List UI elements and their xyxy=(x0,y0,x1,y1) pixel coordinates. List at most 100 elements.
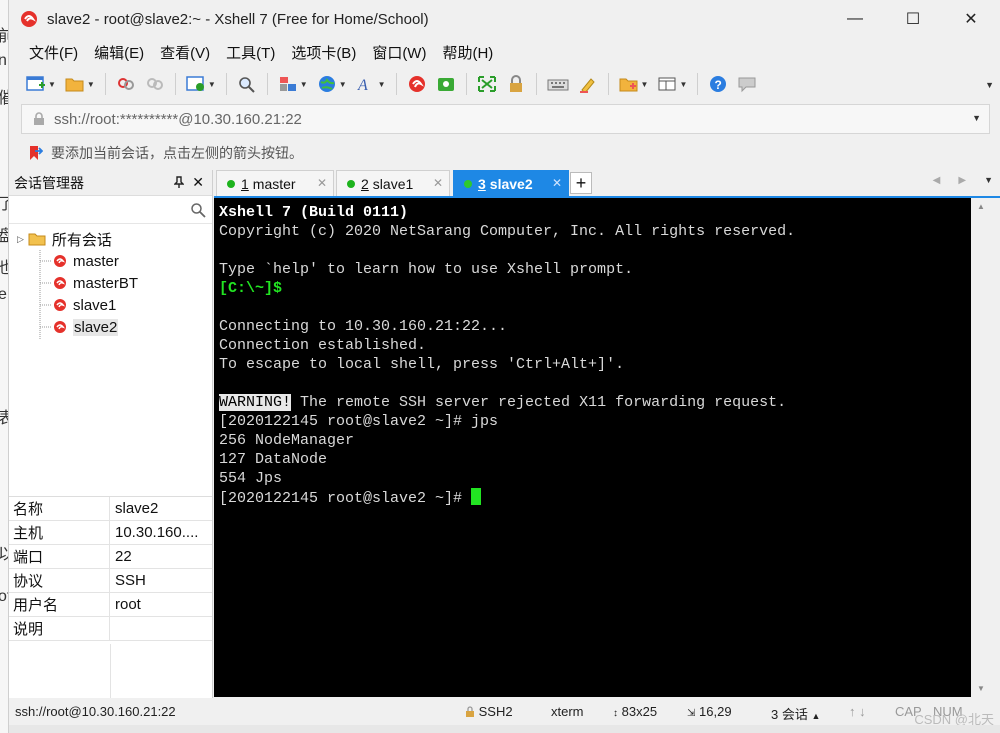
menu-view[interactable]: 查看(V) xyxy=(152,42,218,63)
status-protocol: SSH2 xyxy=(465,704,513,719)
tab-prev-icon[interactable]: ◀ xyxy=(933,175,941,186)
font-button[interactable]: A ▼ xyxy=(353,70,389,98)
globe-icon xyxy=(318,76,335,92)
menu-tab[interactable]: 选项卡(B) xyxy=(283,42,364,63)
toolbar-overflow-icon[interactable]: ▼ xyxy=(985,80,994,90)
status-cursor-position: ⇲ 16,29 xyxy=(687,704,732,719)
terminal-line: Copyright (c) 2020 NetSarang Computer, I… xyxy=(219,223,796,240)
address-dropdown-icon[interactable]: ▼ xyxy=(972,113,981,123)
window-layout-button[interactable]: ▼ xyxy=(654,70,690,98)
tab-number: 2 xyxy=(361,175,369,192)
tree-root-all-sessions[interactable]: ▷ 所有会话 xyxy=(9,228,212,250)
session-item-label: slave2 xyxy=(73,318,119,336)
disconnect-button[interactable] xyxy=(142,70,168,98)
terminal-line: [2020122145 root@slave2 ~]# xyxy=(219,488,971,508)
tab-master[interactable]: 1 master ✕ xyxy=(216,170,334,196)
connect-icon xyxy=(117,78,134,90)
tree-root-label: 所有会话 xyxy=(51,231,112,249)
lock-icon xyxy=(509,75,522,92)
terminal-line: 256 NodeManager xyxy=(219,432,355,449)
session-item-slave2[interactable]: slave2 xyxy=(9,316,212,338)
property-key: 名称 xyxy=(9,497,110,520)
xshell-button[interactable] xyxy=(404,70,430,98)
tab-list-dropdown-icon[interactable]: ▼ xyxy=(984,175,993,186)
tab-slave2[interactable]: 3 slave2 ✕ xyxy=(453,170,569,196)
property-row: 主机 10.30.160.... xyxy=(9,521,212,545)
menu-file[interactable]: 文件(F) xyxy=(21,42,86,63)
session-item-label: slave1 xyxy=(73,296,117,314)
status-connection: ssh://root@10.30.160.21:22 xyxy=(15,704,176,719)
tree-collapse-icon[interactable]: ▷ xyxy=(17,234,24,245)
new-session-icon xyxy=(26,76,45,91)
toolbar: ▼ ▼ ▼ ▼ ▼ A ▼ ▼ ▼ ? ▼ xyxy=(9,66,1000,102)
address-text: ssh://root:**********@10.30.160.21:22 xyxy=(54,110,302,128)
properties-button[interactable]: ▼ xyxy=(183,70,219,98)
session-item-master[interactable]: master xyxy=(9,250,212,272)
highlight-button[interactable] xyxy=(575,70,601,98)
address-bar[interactable]: ssh://root:**********@10.30.160.21:22 ▼ xyxy=(21,104,990,134)
xshell-app-icon xyxy=(19,9,39,29)
layout-button[interactable]: ▼ xyxy=(275,70,311,98)
xftp-button[interactable] xyxy=(433,70,459,98)
properties-icon xyxy=(186,76,204,91)
terminal-output[interactable]: Xshell 7 (Build 0111) Copyright (c) 2020 … xyxy=(214,198,971,697)
tab-close-icon[interactable]: ✕ xyxy=(317,176,327,190)
close-button[interactable]: ✕ xyxy=(942,0,1000,38)
fullscreen-icon xyxy=(477,76,496,92)
status-scroll-arrows[interactable]: ↑ ↓ xyxy=(849,704,866,719)
magnifier-icon xyxy=(238,77,255,93)
menu-help[interactable]: 帮助(H) xyxy=(434,42,501,63)
terminal-scrollbar[interactable]: ▲ ▼ xyxy=(971,198,991,697)
terminal-line: Xshell 7 (Build 0111) xyxy=(219,204,409,221)
session-item-label: master xyxy=(73,252,119,270)
pin-icon[interactable] xyxy=(173,176,185,191)
warning-tag: WARNING! xyxy=(219,394,292,411)
menu-edit[interactable]: 编辑(E) xyxy=(86,42,152,63)
connect-button[interactable] xyxy=(113,70,139,98)
tab-close-icon[interactable]: ✕ xyxy=(433,176,443,190)
window-title: slave2 - root@slave2:~ - Xshell 7 (Free … xyxy=(47,10,429,28)
transfer-button[interactable]: ▼ xyxy=(616,70,652,98)
terminal-line: 127 DataNode xyxy=(219,451,328,468)
session-item-slave1[interactable]: slave1 xyxy=(9,294,212,316)
terminal-line: Type `help' to learn how to use Xshell p… xyxy=(219,261,634,278)
new-session-button[interactable]: ▼ xyxy=(23,70,59,98)
help-button[interactable]: ? xyxy=(705,70,731,98)
tab-bar: 1 master ✕ 2 slave1 ✕ 3 slave2 ✕ + ◀ ▶ ▼ xyxy=(214,170,1000,198)
connected-dot-icon xyxy=(347,179,355,188)
tab-next-icon[interactable]: ▶ xyxy=(958,175,966,186)
chat-button[interactable] xyxy=(734,70,760,98)
lock-button[interactable] xyxy=(503,70,529,98)
xshell-icon xyxy=(408,76,425,92)
tab-number: 3 xyxy=(478,175,486,192)
open-folder-button[interactable]: ▼ xyxy=(62,70,98,98)
fullscreen-button[interactable] xyxy=(474,70,500,98)
close-icon[interactable]: ✕ xyxy=(192,174,204,191)
scroll-down-icon[interactable]: ▼ xyxy=(977,684,985,693)
background-strip: 前n催了盘也e表以ot xyxy=(0,0,14,733)
session-item-masterbt[interactable]: masterBT xyxy=(9,272,212,294)
globe-button[interactable]: ▼ xyxy=(314,70,350,98)
chat-icon xyxy=(738,77,756,93)
find-button[interactable] xyxy=(234,70,260,98)
menu-window[interactable]: 窗口(W) xyxy=(364,42,434,63)
menu-tools[interactable]: 工具(T) xyxy=(218,42,283,63)
xshell-session-icon xyxy=(54,255,66,267)
maximize-button[interactable]: ☐ xyxy=(884,0,942,38)
property-row: 协议 SSH xyxy=(9,569,212,593)
scroll-up-icon[interactable]: ▲ xyxy=(977,202,985,211)
xshell-window: slave2 - root@slave2:~ - Xshell 7 (Free … xyxy=(8,0,1000,733)
status-sessions[interactable]: 3 会话 ▲ xyxy=(771,704,820,723)
session-search-input[interactable] xyxy=(9,196,212,224)
keyboard-button[interactable] xyxy=(544,70,572,98)
property-value xyxy=(110,617,212,640)
property-row: 说明 xyxy=(9,617,212,641)
minimize-button[interactable]: — xyxy=(826,0,884,38)
property-key: 主机 xyxy=(9,521,110,544)
tab-slave1[interactable]: 2 slave1 ✕ xyxy=(336,170,450,196)
new-tab-button[interactable]: + xyxy=(570,172,592,194)
tab-close-icon[interactable]: ✕ xyxy=(552,176,562,190)
bookmark-arrow-icon[interactable] xyxy=(27,145,43,161)
property-key: 用户名 xyxy=(9,593,110,616)
folder-icon xyxy=(65,78,84,92)
